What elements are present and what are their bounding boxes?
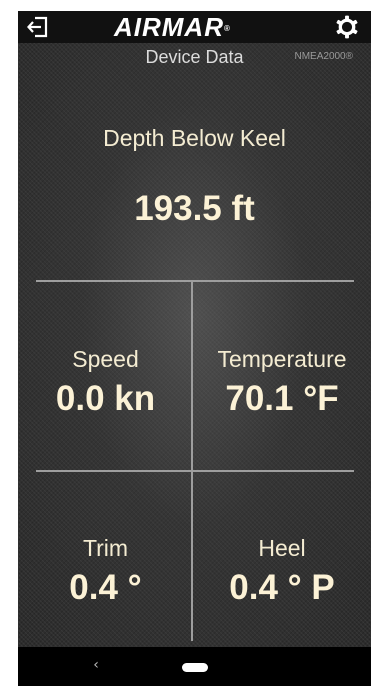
back-chevron-icon[interactable]: ‹ bbox=[86, 655, 106, 675]
heel-value: 0.4 ° P bbox=[229, 568, 335, 607]
trim-value: 0.4 ° bbox=[69, 568, 142, 607]
heel-label: Heel bbox=[258, 535, 306, 561]
airmar-logo: AIRMAR® bbox=[114, 12, 284, 42]
protocol-label: NMEA2000® bbox=[294, 51, 353, 62]
temperature-label: Temperature bbox=[217, 346, 347, 372]
temperature-value: 70.1 °F bbox=[225, 379, 339, 418]
depth-label: Depth Below Keel bbox=[103, 125, 286, 151]
grid-divider-top bbox=[36, 280, 354, 282]
gear-icon[interactable] bbox=[332, 13, 362, 41]
speed-value: 0.0 kn bbox=[55, 379, 156, 418]
top-bar: AIRMAR® bbox=[18, 11, 371, 43]
logo-text: AIRMAR bbox=[114, 12, 224, 42]
trim-label: Trim bbox=[82, 535, 129, 561]
subheader: Device Data NMEA2000® bbox=[18, 46, 371, 68]
logout-icon[interactable] bbox=[24, 13, 52, 41]
app-screen: AIRMAR® Device Data NMEA2000® Depth Belo… bbox=[18, 11, 371, 686]
speed-label: Speed bbox=[72, 346, 139, 372]
depth-value: 193.5 ft bbox=[134, 189, 255, 228]
system-nav-bar: ‹ bbox=[18, 647, 371, 686]
grid-divider-middle bbox=[36, 470, 354, 472]
logo-registered-mark: ® bbox=[224, 24, 230, 33]
device-data-panel: Device Data NMEA2000® Depth Below Keel 1… bbox=[18, 43, 371, 647]
home-pill-icon[interactable] bbox=[182, 663, 208, 672]
